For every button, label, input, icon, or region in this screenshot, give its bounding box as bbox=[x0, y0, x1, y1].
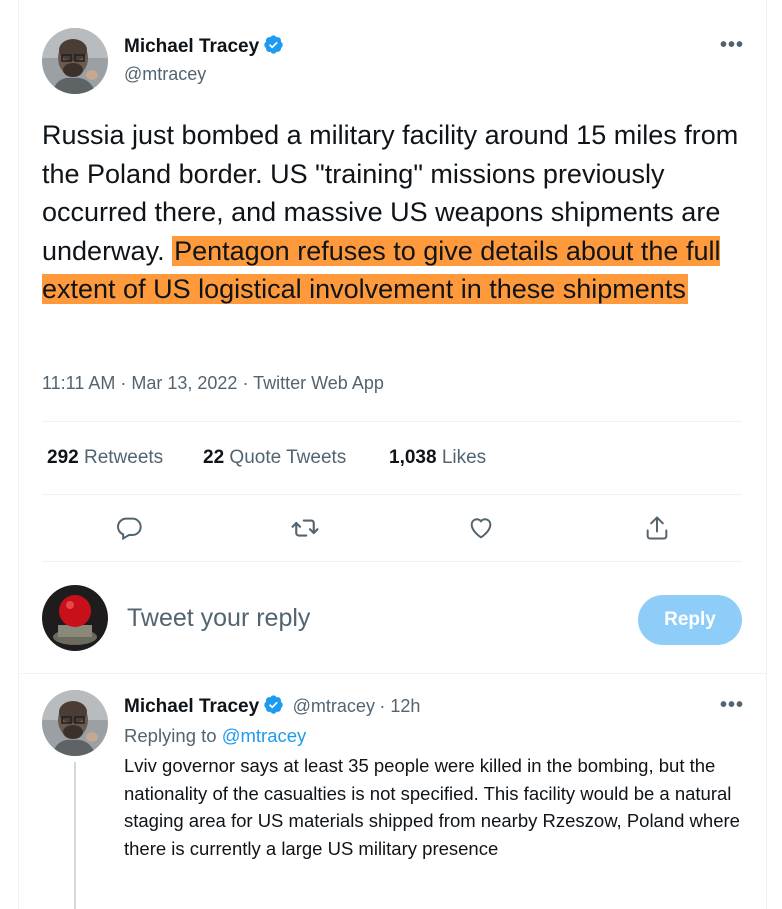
tweet-text: Russia just bombed a military facility a… bbox=[42, 116, 742, 309]
replying-to-label: Replying to bbox=[124, 725, 217, 746]
likes-label: Likes bbox=[441, 447, 487, 468]
replying-to-handle[interactable]: @mtracey bbox=[222, 725, 307, 746]
thread-line bbox=[74, 762, 76, 909]
divider bbox=[42, 421, 742, 422]
left-border bbox=[18, 0, 19, 909]
verified-badge-icon bbox=[263, 34, 284, 60]
quotes-count: 22 bbox=[203, 447, 225, 468]
verified-badge-icon bbox=[263, 694, 284, 720]
reply-text: Lviv governor says at least 35 people we… bbox=[124, 755, 740, 859]
retweets-stat[interactable]: 292 Retweets bbox=[47, 447, 163, 469]
retweet-icon[interactable] bbox=[288, 511, 322, 545]
share-icon[interactable] bbox=[640, 511, 674, 545]
reply-icon[interactable] bbox=[112, 511, 146, 545]
author-avatar[interactable] bbox=[42, 28, 108, 94]
quote-tweets-stat[interactable]: 22 Quote Tweets bbox=[203, 447, 346, 469]
reply-author-avatar[interactable] bbox=[42, 690, 108, 756]
tweet-timestamp[interactable]: 11:11 AM · Mar 13, 2022 · Twitter Web Ap… bbox=[42, 373, 384, 394]
reply-button[interactable]: Reply bbox=[638, 595, 742, 645]
more-options-icon[interactable]: ••• bbox=[720, 34, 744, 57]
divider bbox=[42, 561, 742, 562]
author-handle[interactable]: @mtracey bbox=[124, 64, 206, 85]
replying-to: Replying to @mtracey bbox=[124, 725, 306, 747]
like-icon[interactable] bbox=[464, 511, 498, 545]
reply-time[interactable]: · 12h bbox=[379, 696, 420, 716]
reply-input[interactable]: Tweet your reply bbox=[127, 604, 310, 633]
divider bbox=[18, 673, 766, 674]
likes-stat[interactable]: 1,038 Likes bbox=[389, 447, 486, 469]
reply-author-name[interactable]: Michael Tracey bbox=[124, 696, 259, 717]
author-name[interactable]: Michael Tracey bbox=[124, 36, 259, 57]
quotes-label: Quote Tweets bbox=[229, 447, 347, 468]
right-border bbox=[766, 0, 767, 909]
reply-author-handle[interactable]: @mtracey bbox=[293, 696, 375, 716]
author-name-row: Michael Tracey bbox=[124, 34, 284, 60]
retweets-label: Retweets bbox=[83, 447, 164, 468]
reply-header: Michael Tracey @mtracey · 12h bbox=[124, 694, 420, 720]
more-options-icon[interactable]: ••• bbox=[720, 694, 744, 717]
user-avatar[interactable] bbox=[42, 585, 108, 651]
likes-count: 1,038 bbox=[389, 447, 437, 468]
retweets-count: 292 bbox=[47, 447, 79, 468]
divider bbox=[42, 494, 742, 495]
